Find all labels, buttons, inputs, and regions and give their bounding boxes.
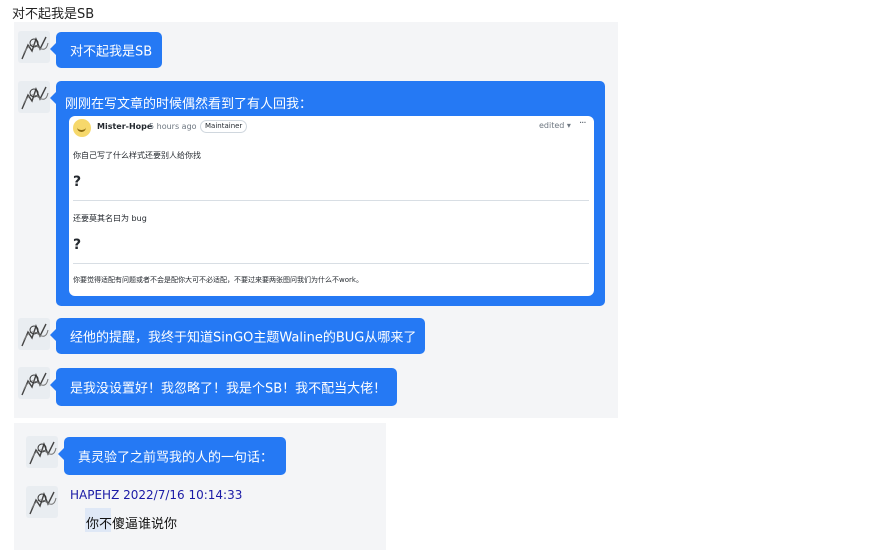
message-text: 经他的提醒，我终于知道SinGO主题Waline的BUG从哪来了 bbox=[70, 330, 417, 346]
edited-label: edited ▾ bbox=[539, 121, 571, 130]
comment-line: 还要莫其名曰为 bug bbox=[73, 214, 147, 223]
reply-text[interactable]: 你不傻逼谁说你 bbox=[86, 513, 177, 532]
comment-line: 你要觉得适配有问题或者不会是配你大可不必适配，不要过来要两张图问我们为什么不wo… bbox=[73, 276, 363, 284]
comment-line: 你自己写了什么样式还要别人给你找 bbox=[73, 151, 201, 160]
comment-header: Mister-Hope 5 hours ago Maintainer edite… bbox=[69, 116, 594, 140]
message-bubble[interactable]: 是我没设置好！我忽略了！我是个SB！我不配当大佬！ bbox=[50, 368, 397, 406]
avatar-icon[interactable] bbox=[26, 486, 58, 518]
avatar-icon[interactable] bbox=[18, 318, 50, 350]
quoted-comment-screenshot: Mister-Hope 5 hours ago Maintainer edite… bbox=[69, 116, 594, 296]
smiley-avatar-icon bbox=[73, 119, 91, 137]
page-title: 对不起我是SB bbox=[12, 7, 95, 22]
comment-question-mark: ? bbox=[73, 237, 82, 253]
avatar-icon[interactable] bbox=[18, 31, 50, 63]
comment-question-mark: ? bbox=[73, 174, 82, 190]
avatar-icon[interactable] bbox=[18, 367, 50, 399]
message-text: 真灵验了之前骂我的人的一句话： bbox=[78, 450, 274, 466]
divider bbox=[73, 200, 589, 201]
reply-author-line: HAPEHZ 2022/7/16 10:14:33 bbox=[70, 488, 243, 502]
message-bubble[interactable]: 真灵验了之前骂我的人的一句话： bbox=[58, 437, 286, 475]
comment-author: Mister-Hope bbox=[97, 122, 153, 131]
chat-screenshot: 对不起我是SB 对不起我是SB 刚刚在写文章的时候偶然看到了有人回我： Mist… bbox=[0, 0, 895, 550]
role-badge: Maintainer bbox=[200, 120, 248, 133]
divider bbox=[73, 263, 589, 264]
avatar-icon[interactable] bbox=[18, 81, 50, 113]
avatar-icon[interactable] bbox=[26, 436, 58, 468]
message-bubble[interactable]: 对不起我是SB bbox=[50, 32, 162, 68]
message-text: 对不起我是SB bbox=[70, 44, 153, 60]
message-text: 是我没设置好！我忽略了！我是个SB！我不配当大佬！ bbox=[70, 381, 387, 397]
message-bubble[interactable]: 经他的提醒，我终于知道SinGO主题Waline的BUG从哪来了 bbox=[50, 318, 425, 354]
more-horizontal-icon: ··· bbox=[579, 118, 586, 129]
message-text: 刚刚在写文章的时候偶然看到了有人回我： bbox=[65, 97, 313, 112]
comment-time: 5 hours ago bbox=[149, 122, 197, 131]
message-bubble[interactable]: 刚刚在写文章的时候偶然看到了有人回我： Mister-Hope 5 hours … bbox=[50, 81, 605, 306]
